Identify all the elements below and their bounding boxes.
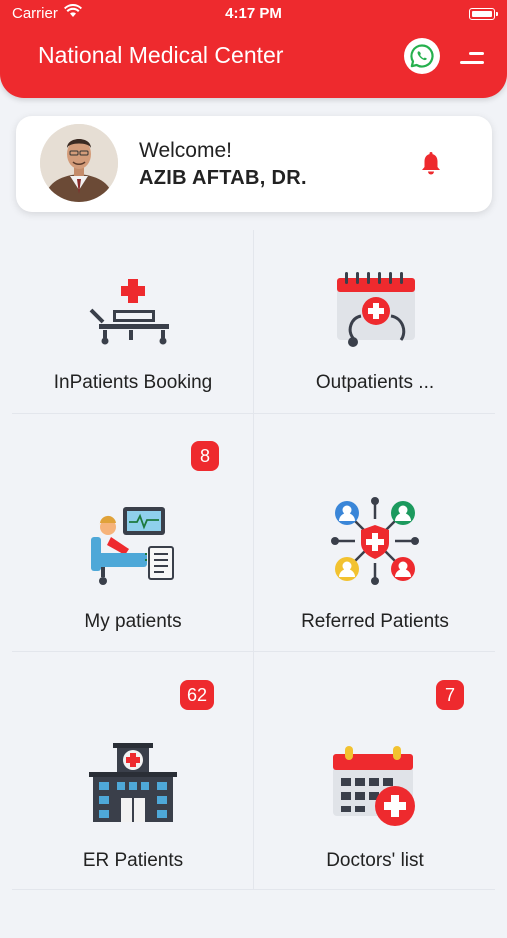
tile-label: InPatients Booking [53,372,213,393]
calendar-medical-icon [325,730,425,830]
status-bar: Carrier 4:17 PM [0,3,507,24]
hospital-bed-icon [83,252,183,352]
clock: 4:17 PM [225,5,282,22]
tile-label: Outpatients ... [315,372,435,393]
tile-inpatients-booking[interactable]: InPatients Booking [12,222,254,460]
tile-er-patients[interactable]: 62 ER Patients [12,680,254,938]
menu-button[interactable] [456,46,484,70]
count-badge: 62 [180,680,215,710]
whatsapp-icon [410,44,434,68]
app-header: Carrier 4:17 PM National Medical Center [0,0,507,98]
hospital-building-icon [83,730,183,830]
patient-bed-monitor-icon [83,491,183,591]
count-badge: 8 [191,441,219,471]
referral-network-icon [325,491,425,591]
notification-button[interactable] [420,152,442,181]
tile-referred-patients[interactable]: Referred Patients [254,461,496,699]
menu-line-icon [460,61,484,64]
page-title: National Medical Center [38,42,284,68]
count-badge: 7 [436,680,464,710]
tile-my-patients[interactable]: 8 My patients [12,441,254,699]
calendar-stethoscope-icon [325,252,425,352]
battery-icon [469,8,498,20]
tile-outpatients[interactable]: Outpatients ... [254,222,496,460]
menu-line-icon [469,52,484,55]
whatsapp-button[interactable] [404,38,440,74]
bell-icon [422,152,440,175]
welcome-text: Welcome! [139,139,232,162]
tile-label: Referred Patients [301,611,449,632]
doctor-name: AZIB AFTAB, DR. [139,167,307,189]
tile-label: My patients [84,611,182,632]
profile-card[interactable]: Welcome! AZIB AFTAB, DR. [16,116,492,212]
avatar [40,124,118,202]
tile-doctors-list[interactable]: 7 Doctors' list [254,680,496,938]
tile-label: ER Patients [82,850,184,871]
tile-label: Doctors' list [326,850,424,871]
